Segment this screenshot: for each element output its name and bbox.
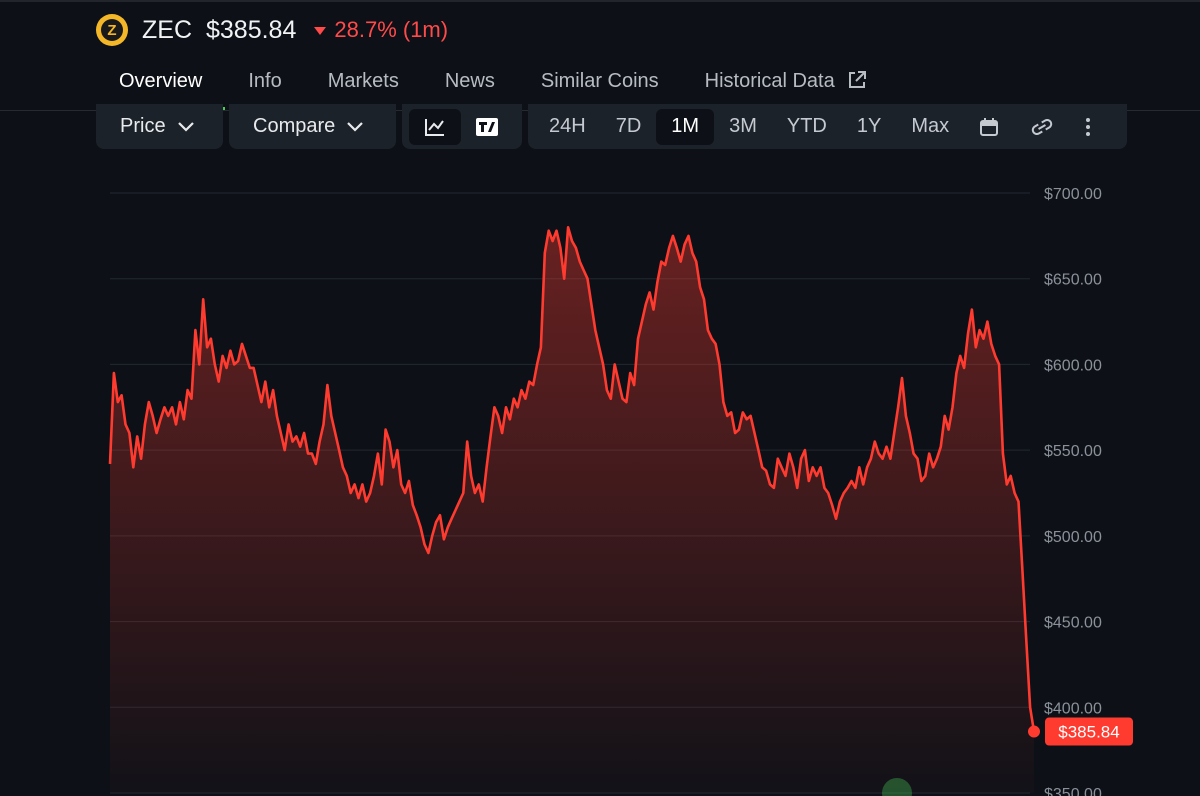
coin-symbol: ZEC — [142, 15, 192, 44]
range-selector: 24H 7D 1M 3M YTD 1Y Max — [528, 104, 1127, 149]
more-icon — [1086, 117, 1091, 136]
share-link-button[interactable] — [1014, 109, 1070, 145]
compare-dropdown[interactable]: Compare — [229, 104, 396, 149]
tab-markets[interactable]: Markets — [305, 62, 422, 108]
y-tick-label: $550.00 — [1044, 443, 1102, 460]
coin-header: Z ZEC $385.84 28.7% (1m) — [96, 10, 448, 50]
chart-type-group — [402, 104, 522, 149]
tradingview-icon — [476, 117, 498, 136]
external-link-icon — [848, 71, 866, 88]
y-tick-label: $400.00 — [1044, 700, 1102, 717]
link-icon — [1031, 118, 1053, 135]
more-options-button[interactable] — [1070, 109, 1106, 145]
y-tick-label: $500.00 — [1044, 529, 1102, 546]
window-top-border — [0, 0, 1200, 2]
zcash-logo-icon: Z — [96, 14, 128, 46]
range-24h-button[interactable]: 24H — [534, 109, 601, 145]
coin-tabs: Overview Info Markets News Similar Coins… — [96, 62, 890, 110]
tab-info[interactable]: Info — [225, 62, 304, 108]
price-chart[interactable]: $700.00 $650.00 $600.00 $550.00 $500.00 $450.… — [0, 150, 1200, 796]
y-tick-label: $700.00 — [1044, 186, 1102, 203]
chevron-down-icon — [177, 121, 194, 132]
range-max-button[interactable]: Max — [896, 109, 964, 145]
range-3m-button[interactable]: 3M — [714, 109, 772, 145]
price-area — [110, 227, 1034, 794]
y-tick-label: $450.00 — [1044, 615, 1102, 632]
tab-news[interactable]: News — [422, 62, 518, 108]
last-price-label: $385.84 — [1058, 723, 1119, 742]
tab-historical-data[interactable]: Historical Data — [682, 62, 890, 108]
calendar-icon — [980, 117, 999, 136]
tab-similar-coins[interactable]: Similar Coins — [518, 62, 682, 108]
line-chart-button[interactable] — [409, 108, 461, 145]
coin-price: $385.84 — [206, 15, 297, 44]
price-change: 28.7% (1m) — [314, 17, 448, 43]
range-ytd-button[interactable]: YTD — [772, 109, 842, 145]
price-dropdown[interactable]: Price — [96, 104, 223, 149]
caret-down-icon — [314, 27, 327, 35]
range-1m-button[interactable]: 1M — [656, 108, 715, 145]
chevron-down-icon — [347, 121, 364, 132]
range-7d-button[interactable]: 7D — [601, 109, 657, 145]
line-chart-icon — [425, 118, 444, 136]
y-axis: $700.00 $650.00 $600.00 $550.00 $500.00 $450.… — [1044, 186, 1102, 796]
last-price-marker — [1028, 725, 1040, 738]
y-tick-label: $650.00 — [1044, 272, 1102, 289]
date-range-button[interactable] — [964, 109, 1014, 145]
tab-overview[interactable]: Overview — [96, 62, 226, 110]
y-tick-label: $600.00 — [1044, 357, 1102, 374]
last-price-tag: $385.84 — [1045, 717, 1133, 746]
y-tick-label: $350.00 — [1044, 786, 1102, 796]
price-change-value: 28.7% (1m) — [334, 17, 449, 42]
tradingview-button[interactable] — [461, 109, 513, 145]
range-1y-button[interactable]: 1Y — [842, 109, 896, 145]
